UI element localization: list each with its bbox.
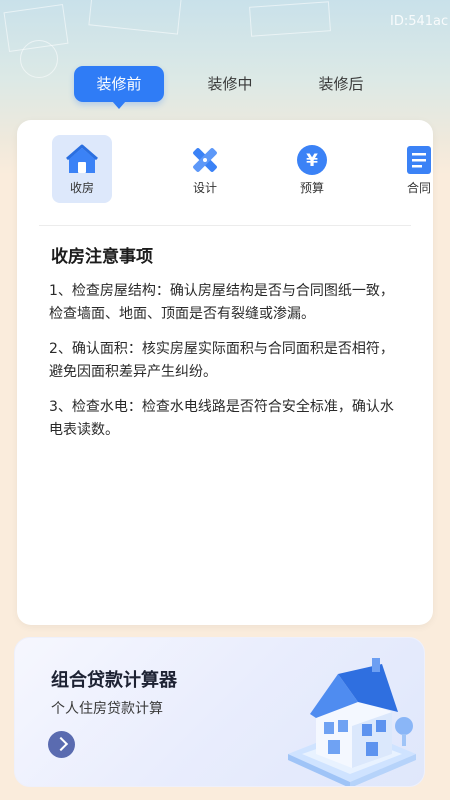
house-illustration: [288, 658, 416, 786]
category-contract[interactable]: 合同: [389, 135, 433, 203]
category-label: 合同: [406, 181, 431, 195]
home-icon: [66, 144, 98, 173]
tab-before-renovation[interactable]: 装修前: [74, 66, 164, 109]
content-card: 收房 设计 ¥ 预算 合同 收房注意事项 1、检查房屋结构：确认房屋结构是否与合…: [17, 120, 433, 625]
tab-after-renovation[interactable]: 装修后: [296, 66, 386, 102]
category-receive-house[interactable]: 收房: [52, 135, 112, 203]
divider: [39, 225, 411, 226]
loan-calculator-card[interactable]: 组合贷款计算器 个人住房贷款计算: [14, 637, 425, 787]
document-icon: [407, 146, 431, 174]
stage-tabs: 装修前 装修中 装修后: [0, 66, 450, 109]
device-id: ID:541ac: [390, 14, 449, 29]
yuan-coin-icon: ¥: [297, 145, 327, 175]
note-item: 1、检查房屋结构：确认房屋结构是否与合同图纸一致，检查墙面、地面、顶面是否有裂缝…: [49, 283, 394, 322]
ruler-pencil-icon: [193, 148, 217, 172]
svg-text:¥: ¥: [306, 151, 318, 171]
category-label: 预算: [299, 181, 324, 195]
note-item: 2、确认面积：核实房屋实际面积与合同面积是否相符，避免因面积差异产生纠纷。: [49, 341, 394, 380]
sketch-line: [88, 0, 182, 35]
sketch-line: [249, 1, 331, 37]
chevron-right-icon[interactable]: [48, 731, 75, 758]
tab-during-renovation[interactable]: 装修中: [185, 66, 275, 102]
notes-title: 收房注意事项: [51, 247, 153, 267]
notes-list: 1、检查房屋结构：确认房屋结构是否与合同图纸一致，检查墙面、地面、顶面是否有裂缝…: [49, 280, 404, 454]
category-budget[interactable]: ¥ 预算: [282, 135, 342, 203]
category-label: 设计: [192, 181, 217, 195]
category-row: 收房 设计 ¥ 预算 合同: [17, 120, 433, 220]
loan-card-subtitle: 个人住房贷款计算: [51, 701, 163, 717]
loan-card-title: 组合贷款计算器: [51, 670, 177, 691]
category-design[interactable]: 设计: [175, 135, 235, 203]
note-item: 3、检查水电：检查水电线路是否符合安全标准，确认水电表读数。: [49, 399, 394, 438]
category-label: 收房: [69, 181, 94, 195]
